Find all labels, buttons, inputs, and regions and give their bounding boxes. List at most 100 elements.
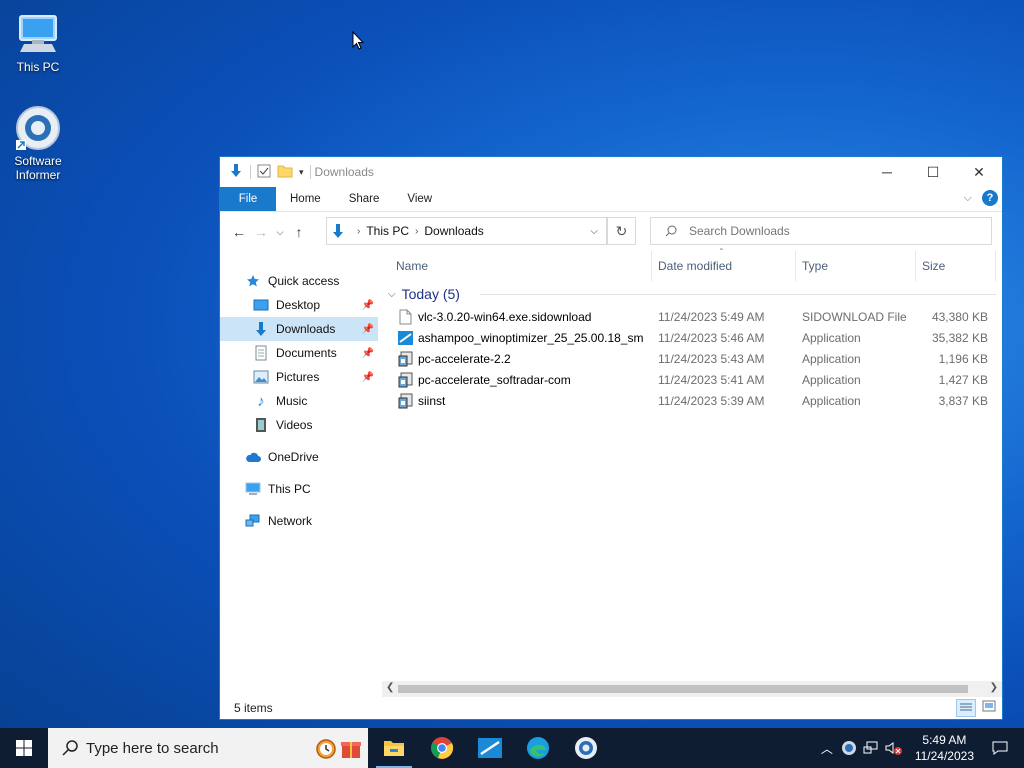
tab-view[interactable]: View (393, 187, 446, 211)
refresh-button[interactable]: ↻ (608, 217, 636, 245)
file-row[interactable]: siinst 11/24/2023 5:39 AM Application 3,… (382, 391, 1002, 412)
download-arrow-icon (228, 163, 244, 182)
clock[interactable]: 5:49 AM 11/24/2023 (915, 732, 974, 764)
volume-muted-icon[interactable] (885, 740, 903, 756)
tab-home[interactable]: Home (276, 187, 335, 211)
scroll-right-icon[interactable]: ❯ (990, 682, 998, 693)
ribbon-tabs: File Home Share View ⌵ ? (220, 187, 1002, 212)
horizontal-scrollbar[interactable]: ❮ ❯ (382, 681, 1002, 697)
pictures-icon (252, 369, 270, 385)
file-row[interactable]: pc-accelerate_softradar-com 11/24/2023 5… (382, 370, 1002, 391)
mouse-cursor-icon (352, 31, 364, 50)
search-input[interactable] (687, 223, 971, 239)
chrome-icon (431, 737, 454, 759)
documents-icon (252, 345, 270, 361)
taskbar: Type here to search ︿ 5:49 AM 11/24/2023 (0, 728, 1024, 768)
taskbar-chrome[interactable] (418, 728, 466, 768)
scrollbar-thumb[interactable] (398, 685, 968, 693)
nav-item-onedrive[interactable]: OneDrive (220, 445, 378, 469)
file-name: pc-accelerate-2.2 (418, 352, 511, 366)
file-list: Name Date modified Type Size ⌃ ⌵ Today (… (382, 247, 1002, 689)
status-bar: 5 items (220, 697, 1002, 719)
file-type: Application (802, 352, 861, 366)
scroll-left-icon[interactable]: ❮ (386, 682, 394, 693)
pin-icon[interactable]: 📌 (362, 324, 374, 335)
forward-button[interactable]: → (250, 224, 272, 240)
collapse-chevron-icon: ⌵ (388, 288, 396, 300)
taskbar-ashampoo[interactable] (466, 728, 514, 768)
new-folder-icon[interactable] (277, 164, 293, 181)
file-name: pc-accelerate_softradar-com (418, 373, 571, 387)
group-label: Today (5) (401, 286, 460, 302)
recent-locations-button[interactable]: ⌵ (272, 227, 288, 238)
nav-item-this-pc[interactable]: This PC (220, 477, 378, 501)
nav-item-label: This PC (268, 482, 311, 496)
taskbar-software-informer[interactable] (562, 728, 610, 768)
software-informer-icon (14, 104, 62, 152)
windows-logo-icon (16, 740, 32, 756)
search-box[interactable] (650, 217, 992, 245)
group-divider (480, 294, 996, 295)
file-row[interactable]: vlc-3.0.20-win64.exe.sidownload 11/24/20… (382, 307, 1002, 328)
videos-icon (252, 417, 270, 433)
group-header-today[interactable]: ⌵ Today (5) (382, 281, 1002, 307)
cloud-icon (244, 449, 262, 465)
search-icon (665, 225, 677, 237)
pin-icon[interactable]: 📌 (362, 372, 374, 383)
file-type: Application (802, 394, 861, 408)
nav-item-pictures[interactable]: Pictures 📌 (220, 365, 378, 389)
file-date: 11/24/2023 5:43 AM (658, 352, 765, 366)
close-button[interactable]: ✕ (956, 157, 1002, 187)
alarm-clock-icon[interactable] (314, 736, 338, 763)
start-button[interactable] (0, 728, 48, 768)
file-size: 35,382 KB (931, 331, 988, 345)
nav-item-desktop[interactable]: Desktop 📌 (220, 293, 378, 317)
installer-icon (398, 351, 413, 367)
pin-icon[interactable]: 📌 (362, 300, 374, 311)
back-button[interactable]: ← (228, 224, 250, 240)
column-name[interactable]: Name (390, 251, 652, 281)
desktop-icon-software-informer[interactable]: Software Informer (0, 104, 76, 182)
column-size[interactable]: Size (916, 251, 996, 281)
large-icons-view-icon[interactable] (982, 700, 996, 715)
address-bar[interactable]: › This PC › Downloads ⌵ (326, 217, 608, 245)
file-type: SIDOWNLOAD File (802, 310, 907, 324)
nav-item-videos[interactable]: Videos (220, 413, 378, 437)
notifications-icon[interactable] (992, 740, 1008, 756)
nav-item-music[interactable]: ♪ Music (220, 389, 378, 413)
tab-share[interactable]: Share (335, 187, 394, 211)
column-type[interactable]: Type (796, 251, 916, 281)
pin-icon[interactable]: 📌 (362, 348, 374, 359)
details-view-icon[interactable] (956, 699, 976, 717)
software-informer-tray-icon[interactable] (841, 740, 857, 756)
file-row[interactable]: pc-accelerate-2.2 11/24/2023 5:43 AM App… (382, 349, 1002, 370)
maximize-button[interactable]: ☐ (910, 157, 956, 187)
taskbar-search-box[interactable]: Type here to search (48, 728, 368, 768)
nav-item-quick-access[interactable]: Quick access (220, 269, 378, 293)
breadcrumb-this-pc[interactable]: This PC (366, 224, 409, 238)
file-name: siinst (418, 394, 446, 408)
network-tray-icon[interactable] (863, 740, 879, 756)
nav-item-network[interactable]: Network (220, 509, 378, 533)
expand-ribbon-icon[interactable]: ⌵ (964, 192, 972, 205)
taskbar-search-placeholder: Type here to search (86, 739, 219, 757)
show-hidden-icons-icon[interactable]: ︿ (821, 740, 833, 757)
desktop-icon-this-pc[interactable]: This PC (0, 10, 76, 74)
help-icon[interactable]: ? (982, 190, 998, 206)
up-button[interactable]: ↑ (288, 224, 310, 240)
breadcrumb-downloads[interactable]: Downloads (424, 224, 483, 238)
customize-quick-access-icon[interactable]: ▾ (299, 167, 304, 178)
address-dropdown-button[interactable]: ⌵ (582, 218, 607, 244)
tab-file[interactable]: File (220, 187, 276, 211)
taskbar-file-explorer[interactable] (370, 728, 418, 768)
nav-item-label: Pictures (276, 370, 320, 384)
nav-item-documents[interactable]: Documents 📌 (220, 341, 378, 365)
minimize-button[interactable]: ─ (864, 157, 910, 187)
breadcrumb-chevron-icon: › (357, 225, 361, 237)
taskbar-edge[interactable] (514, 728, 562, 768)
file-row[interactable]: ashampoo_winoptimizer_25_25.00.18_sm 11/… (382, 328, 1002, 349)
gift-icon[interactable] (340, 736, 362, 763)
nav-item-downloads[interactable]: Downloads 📌 (220, 317, 378, 341)
properties-icon[interactable] (257, 164, 271, 181)
file-explorer-window: ▾ Downloads ─ ☐ ✕ File Home Share View ⌵… (219, 156, 1003, 720)
